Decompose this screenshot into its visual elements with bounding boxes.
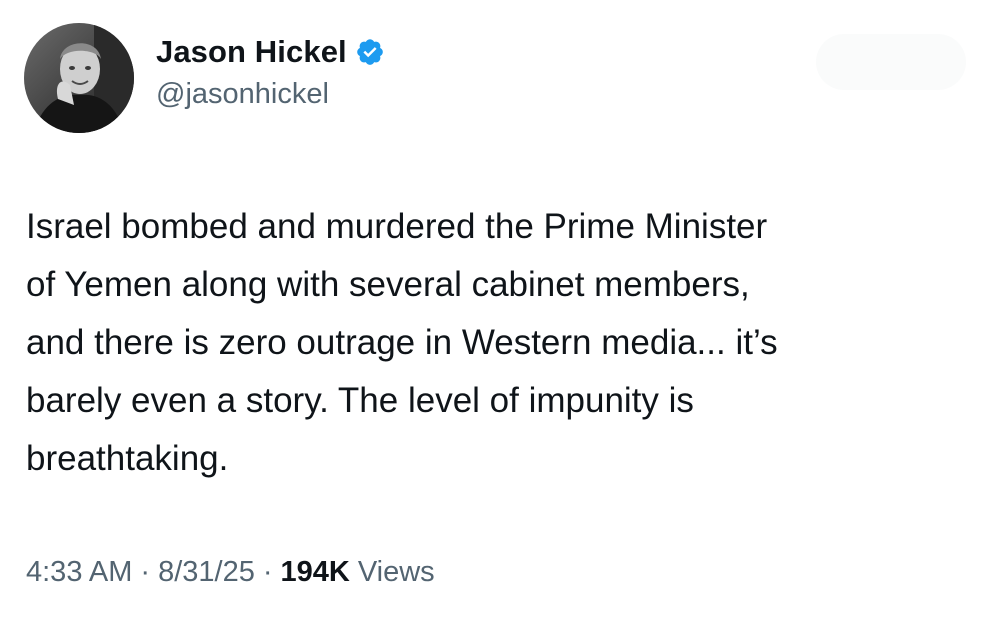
views-count[interactable]: 194K bbox=[281, 556, 350, 589]
views-label: Views bbox=[357, 556, 435, 588]
author-names: Jason Hickel @jasonhickel bbox=[156, 34, 385, 111]
author-handle[interactable]: @jasonhickel bbox=[156, 78, 385, 111]
display-name-row: Jason Hickel bbox=[156, 34, 385, 70]
tweet-time[interactable]: 4:33 AM bbox=[26, 556, 132, 589]
tweet-card: Jason Hickel @jasonhickel Israel bombed … bbox=[0, 0, 1000, 618]
meta-separator: · bbox=[140, 556, 151, 588]
author-avatar[interactable] bbox=[24, 23, 134, 133]
tweet-text: Israel bombed and murdered the Prime Min… bbox=[26, 207, 778, 478]
verified-badge-icon[interactable] bbox=[355, 37, 385, 67]
header-action-area bbox=[816, 34, 966, 90]
meta-separator: · bbox=[262, 556, 273, 588]
tweet-date[interactable]: 8/31/25 bbox=[158, 556, 255, 589]
tweet-header: Jason Hickel @jasonhickel bbox=[24, 22, 385, 134]
author-display-name[interactable]: Jason Hickel bbox=[156, 34, 347, 70]
tweet-meta: 4:33 AM · 8/31/25 · 194K Views bbox=[26, 556, 435, 589]
profile-photo-icon bbox=[24, 23, 134, 133]
